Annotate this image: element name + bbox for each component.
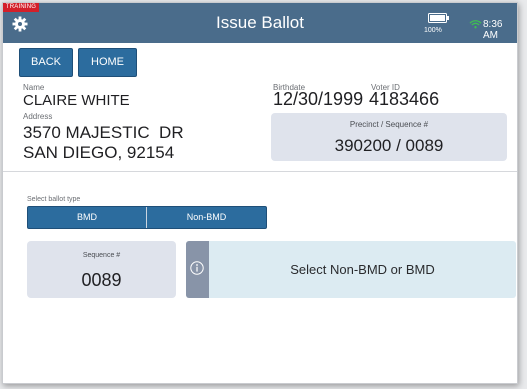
- precinct-label: Precinct / Sequence #: [349, 120, 429, 129]
- address-label: Address: [23, 112, 53, 121]
- battery-icon: [428, 13, 449, 23]
- voter-name: CLAIRE WHITE: [23, 92, 130, 109]
- address-line-2: SAN DIEGO, 92154: [23, 143, 175, 162]
- bmd-option-button[interactable]: BMD: [28, 207, 147, 228]
- battery-percentage: 100%: [424, 27, 442, 34]
- home-button[interactable]: HOME: [78, 48, 137, 77]
- header-bar: TRAINING Issue Ballot 100% 8:36 AM: [3, 3, 517, 43]
- sequence-label: Sequence #: [82, 252, 121, 259]
- section-divider: [3, 171, 517, 172]
- ballot-type-label: Select ballot type: [27, 196, 81, 203]
- birthdate-value: 12/30/1999: [273, 89, 364, 109]
- wifi-icon: [469, 20, 482, 29]
- ballot-type-toggle: BMD Non-BMD: [27, 206, 267, 229]
- non-bmd-option-button[interactable]: Non-BMD: [147, 207, 266, 228]
- training-badge: TRAINING: [3, 3, 39, 12]
- instruction-panel: Select Non-BMD or BMD: [186, 241, 516, 298]
- sequence-panel: Sequence # 0089: [27, 241, 176, 298]
- precinct-panel: Precinct / Sequence # 390200 / 0089: [271, 113, 507, 161]
- name-label: Name: [23, 83, 45, 92]
- clock-time: 8:36 AM: [483, 19, 503, 41]
- info-icon: [190, 261, 204, 275]
- sequence-value: 0089: [81, 270, 122, 290]
- back-button[interactable]: BACK: [19, 48, 73, 77]
- info-bar: [186, 241, 209, 298]
- app-window: TRAINING Issue Ballot 100% 8:36 AM BACK …: [2, 2, 518, 384]
- address-line-1: 3570 MAJESTIC DR: [23, 123, 184, 142]
- instruction-message: Select Non-BMD or BMD: [290, 262, 435, 277]
- precinct-value: 390200 / 0089: [334, 136, 444, 155]
- voter-id-value: 4183466: [369, 89, 440, 109]
